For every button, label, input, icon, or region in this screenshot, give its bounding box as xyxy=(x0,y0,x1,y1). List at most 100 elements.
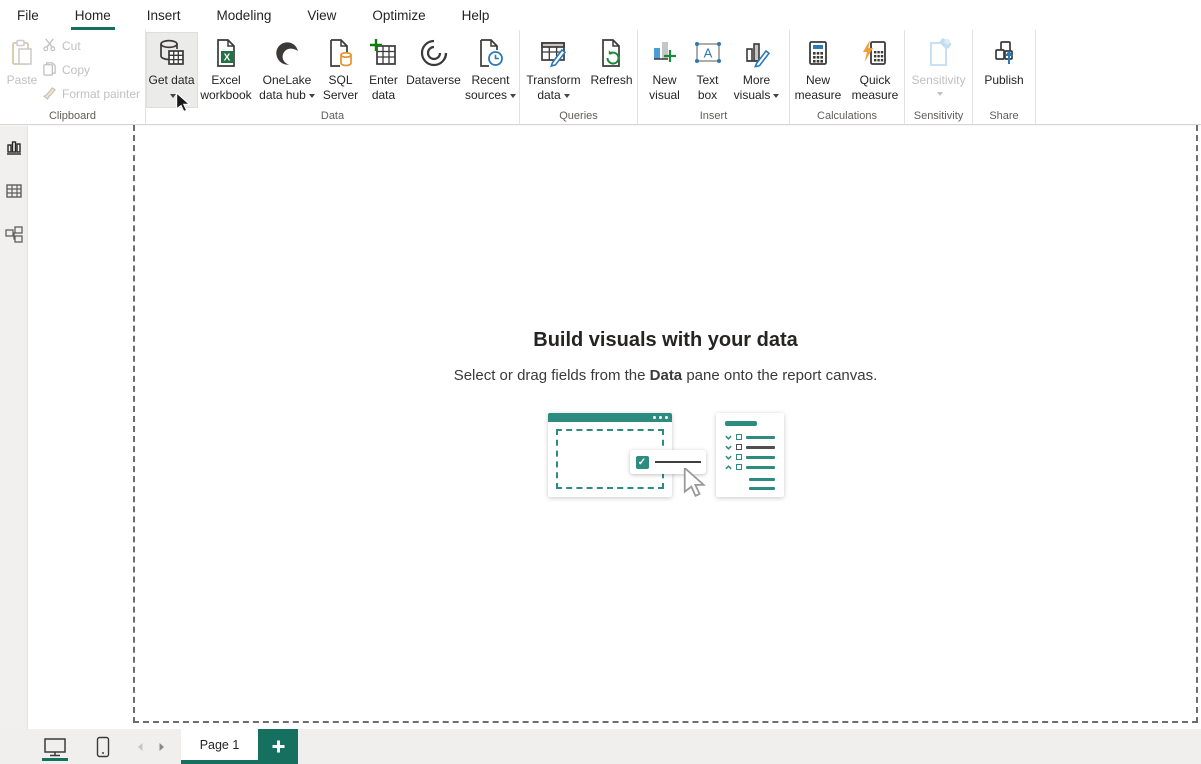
illustration-window-titlebar xyxy=(548,413,672,422)
copy-icon xyxy=(42,61,57,79)
sensitivity-icon xyxy=(923,37,955,69)
report-view-icon xyxy=(5,138,23,156)
more-visuals-button[interactable]: More visuals xyxy=(728,33,786,107)
checkbox-icon: ✓ xyxy=(636,456,649,469)
new-visual-button[interactable]: New visual xyxy=(642,33,688,107)
group-label-clipboard: Clipboard xyxy=(0,110,145,122)
table-view-button[interactable] xyxy=(3,180,25,202)
group-label-queries: Queries xyxy=(520,110,637,122)
report-view-button[interactable] xyxy=(3,136,25,158)
dataverse-icon xyxy=(418,37,450,69)
sql-server-icon xyxy=(325,37,357,69)
menu-file[interactable]: File xyxy=(14,6,42,25)
ribbon-group-share: Publish Share xyxy=(973,30,1036,124)
enter-data-button[interactable]: Enter data xyxy=(363,33,405,107)
cut-icon xyxy=(42,37,57,55)
group-label-calculations: Calculations xyxy=(790,110,904,122)
svg-text:A: A xyxy=(703,46,712,61)
next-page-arrow[interactable] xyxy=(151,729,173,764)
desktop-layout-icon xyxy=(43,737,67,757)
menu-modeling[interactable]: Modeling xyxy=(214,6,275,25)
view-switcher-sidebar xyxy=(0,126,28,729)
onelake-data-hub-button[interactable]: OneLake data hub xyxy=(256,33,319,107)
recent-sources-icon xyxy=(475,37,507,69)
get-data-icon xyxy=(156,37,188,69)
model-view-button[interactable] xyxy=(3,224,25,246)
ribbon-group-clipboard: Paste Cut Copy Format painter Clipboard xyxy=(0,30,146,124)
new-visual-icon xyxy=(649,37,681,69)
chevron-left-icon xyxy=(136,742,144,752)
illustration-field-list xyxy=(716,413,784,497)
paste-icon xyxy=(6,37,38,69)
format-painter-icon xyxy=(42,85,57,103)
ribbon: Paste Cut Copy Format painter Clipboard xyxy=(0,30,1201,125)
transform-data-button[interactable]: Transform data xyxy=(521,33,587,107)
powerbi-desktop-window: File Home Insert Modeling View Optimize … xyxy=(0,0,1201,764)
more-visuals-icon xyxy=(741,37,773,69)
chevron-down-icon xyxy=(937,92,943,96)
empty-state-title: Build visuals with your data xyxy=(133,329,1198,352)
ribbon-group-data: Get data X Excel workbook OneLake data h… xyxy=(146,30,520,124)
menu-insert[interactable]: Insert xyxy=(144,6,184,25)
refresh-button[interactable]: Refresh xyxy=(587,33,637,107)
svg-text:X: X xyxy=(224,53,231,64)
dataverse-button[interactable]: Dataverse xyxy=(405,33,463,107)
copy-button: Copy xyxy=(42,60,140,79)
mobile-layout-button[interactable] xyxy=(85,729,121,764)
sensitivity-button: Sensitivity xyxy=(907,33,971,107)
get-data-button[interactable]: Get data xyxy=(147,33,197,107)
quick-measure-icon xyxy=(859,37,891,69)
enter-data-icon xyxy=(368,37,400,69)
ribbon-group-calculations: New measure Quick measure Calculations xyxy=(790,30,905,124)
chevron-down-icon xyxy=(170,94,176,98)
ribbon-group-insert: New visual A Text box More visuals Inser… xyxy=(638,30,790,124)
menu-home[interactable]: Home xyxy=(72,6,114,25)
group-label-data: Data xyxy=(146,110,519,122)
new-measure-button[interactable]: New measure xyxy=(790,33,846,107)
menu-optimize[interactable]: Optimize xyxy=(369,6,428,25)
transform-data-icon xyxy=(538,37,570,69)
table-view-icon xyxy=(5,182,23,200)
group-label-insert: Insert xyxy=(638,110,789,122)
plus-icon xyxy=(271,739,286,754)
menu-bar: File Home Insert Modeling View Optimize … xyxy=(0,0,1201,30)
empty-state-subtitle: Select or drag fields from the Data pane… xyxy=(133,367,1198,384)
group-label-sensitivity: Sensitivity xyxy=(905,110,972,122)
text-box-icon: A xyxy=(692,37,724,69)
publish-button[interactable]: Publish xyxy=(977,33,1031,107)
menu-help[interactable]: Help xyxy=(459,6,493,25)
cut-button: Cut xyxy=(42,36,140,55)
refresh-icon xyxy=(596,37,628,69)
quick-measure-button[interactable]: Quick measure xyxy=(846,33,904,107)
add-page-button[interactable] xyxy=(258,729,298,764)
ribbon-group-queries: Transform data Refresh Queries xyxy=(520,30,638,124)
desktop-layout-button[interactable] xyxy=(37,729,73,764)
paste-button: Paste xyxy=(4,33,40,107)
chevron-right-icon xyxy=(158,742,166,752)
canvas-empty-state: Build visuals with your data Select or d… xyxy=(133,329,1198,505)
excel-workbook-icon: X xyxy=(210,37,242,69)
publish-icon xyxy=(988,37,1020,69)
chevron-down-icon xyxy=(564,94,570,98)
chevron-down-icon xyxy=(309,94,315,98)
previous-page-arrow xyxy=(129,729,151,764)
format-painter-button: Format painter xyxy=(42,84,140,103)
excel-workbook-button[interactable]: X Excel workbook xyxy=(197,33,256,107)
model-view-icon xyxy=(4,226,24,244)
report-canvas-area: Build visuals with your data Select or d… xyxy=(28,126,1201,729)
mobile-layout-icon xyxy=(96,736,110,758)
chevron-down-icon xyxy=(773,94,779,98)
onelake-icon xyxy=(271,37,303,69)
page-navigation-bar: Page 1 xyxy=(0,729,1201,764)
drag-fields-illustration: ✓ xyxy=(548,410,784,505)
sql-server-button[interactable]: SQL Server xyxy=(319,33,363,107)
ribbon-group-sensitivity: Sensitivity Sensitivity xyxy=(905,30,973,124)
menu-view[interactable]: View xyxy=(304,6,339,25)
group-label-share: Share xyxy=(973,110,1035,122)
chevron-down-icon xyxy=(510,94,516,98)
recent-sources-button[interactable]: Recent sources xyxy=(463,33,519,107)
new-measure-icon xyxy=(802,37,834,69)
page-tab[interactable]: Page 1 xyxy=(181,729,258,764)
text-box-button[interactable]: A Text box xyxy=(688,33,728,107)
illustration-cursor-icon xyxy=(682,468,708,503)
